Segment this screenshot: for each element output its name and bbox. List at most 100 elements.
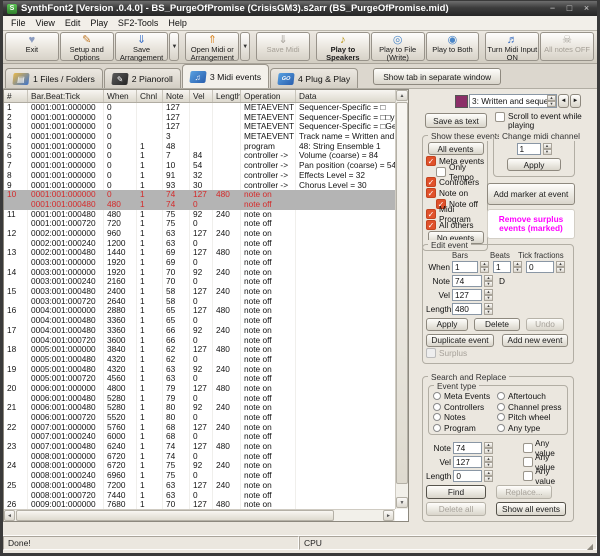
delete-all-button[interactable]: Delete all	[426, 502, 486, 516]
show-tab-separate-window-button[interactable]: Show tab in separate window	[373, 68, 501, 85]
table-row[interactable]: 80001:001:000000019132controller ->Effec…	[4, 171, 396, 181]
delete-event-button[interactable]: Delete	[474, 318, 520, 331]
event-type-controllers[interactable]: Controllers	[433, 402, 497, 413]
track-spinner[interactable]: ▲▼	[547, 95, 556, 107]
when-bars-input[interactable]: 1	[452, 261, 478, 273]
when-bars-spinner[interactable]: ▲▼	[480, 261, 489, 273]
aftertouch-radio[interactable]	[497, 392, 505, 400]
table-row[interactable]: 220007:001:0000005760168127240note on	[4, 423, 396, 433]
table-row[interactable]: 0008:001:00072074401630note off	[4, 491, 396, 501]
search-length-spinner[interactable]: ▲▼	[484, 470, 493, 482]
any-type-radio[interactable]	[497, 424, 505, 432]
save-as-text-button[interactable]: Save as text	[425, 113, 487, 128]
table-row[interactable]: 10001:001:0000000127METAEVENT ->Sequence…	[4, 103, 396, 113]
toolbar-play-to-speakers-button[interactable]: ♪Play to Speakers	[316, 32, 370, 61]
menu-view[interactable]: View	[31, 18, 60, 28]
event-type-meta-events[interactable]: Meta Events	[433, 391, 497, 402]
toolbar-save-midi-button[interactable]: ⇓Save Midi	[256, 32, 310, 61]
undo-button[interactable]: Undo	[526, 318, 564, 331]
remove-surplus-button[interactable]: Remove surplus events (marked)	[487, 209, 575, 239]
apply-event-button[interactable]: Apply	[426, 318, 468, 331]
table-row[interactable]: 0004:001:00072036001660note off	[4, 336, 396, 346]
event-type-program[interactable]: Program	[433, 423, 497, 434]
note-on-checkbox[interactable]: ✓	[426, 188, 436, 198]
table-row[interactable]: 0007:001:00024060001680note off	[4, 432, 396, 442]
all-others-checkbox[interactable]: ✓	[426, 220, 436, 230]
duplicate-event-button[interactable]: Duplicate event	[426, 334, 494, 347]
vel-any-value-checkbox[interactable]	[523, 457, 533, 467]
table-row[interactable]: 230007:001:0004806240174127480note on	[4, 442, 396, 452]
search-vel-spinner[interactable]: ▲▼	[484, 456, 493, 468]
table-row[interactable]: 0008:001:00024069601750note off	[4, 471, 396, 481]
add-new-event-button[interactable]: Add new event	[502, 334, 568, 347]
scroll-left-icon[interactable]: ◄	[4, 510, 15, 521]
scroll-to-event-checkbox[interactable]	[495, 112, 505, 122]
toolbar-open-midi-or-arrangement-button[interactable]: ⇑Open Midi or Arrangement	[185, 32, 239, 61]
table-row[interactable]: 160004:001:0000002880165127480note on	[4, 306, 396, 316]
table-row[interactable]: 180005:001:0000003840162127480note on	[4, 345, 396, 355]
only-tempo-checkbox[interactable]	[436, 167, 446, 177]
event-type-channel-press[interactable]: Channel press	[497, 402, 567, 413]
toolbar-all-notes-off-button[interactable]: ☠All notes OFF	[540, 32, 594, 61]
minimize-button[interactable]: −	[546, 3, 559, 14]
table-row[interactable]: 0006:001:00072055201800note off	[4, 413, 396, 423]
channel-press-radio[interactable]	[497, 403, 505, 411]
table-row[interactable]: 0001:001:0004804801740note off	[4, 200, 396, 210]
menu-play[interactable]: Play	[85, 18, 113, 28]
event-type-pitch-wheel[interactable]: Pitch wheel	[497, 412, 567, 423]
note-any-value-checkbox[interactable]	[523, 443, 533, 453]
column-header-when[interactable]: When	[104, 90, 137, 102]
column-header-data[interactable]: Data	[296, 90, 408, 102]
show-events-item-note-on[interactable]: ✓Note on	[426, 188, 485, 199]
midi-channel-input[interactable]: 1	[517, 143, 541, 155]
apply-channel-button[interactable]: Apply	[507, 158, 561, 171]
table-row[interactable]: 0005:001:00072045601630note off	[4, 374, 396, 384]
toolbar-setup-and-options-button[interactable]: ✎Setup and Options	[60, 32, 114, 61]
edit-vel-spinner[interactable]: ▲▼	[484, 289, 493, 301]
resize-grip[interactable]: ◢	[587, 542, 593, 551]
when-beats-input[interactable]: 1	[493, 261, 511, 273]
maximize-button[interactable]: □	[563, 3, 576, 14]
vertical-scrollbar[interactable]: ▲ ▼	[395, 90, 408, 509]
edit-vel-input[interactable]: 127	[452, 289, 482, 301]
tab-files-folders[interactable]: ▤1 Files / Folders	[5, 68, 103, 88]
horizontal-scrollbar-thumb[interactable]	[16, 510, 334, 521]
event-type-any-type[interactable]: Any type	[497, 423, 567, 434]
midi-program-checkbox[interactable]: ✓	[426, 209, 436, 219]
show-events-item-controllers[interactable]: ✓Controllers	[426, 177, 485, 188]
table-row[interactable]: 120002:001:000000960163127240note on	[4, 229, 396, 239]
table-row[interactable]: 110001:001:00048048017592240note on	[4, 210, 396, 220]
when-ticks-input[interactable]: 0	[526, 261, 554, 273]
table-row[interactable]: 200006:001:0000004800179127480note on	[4, 384, 396, 394]
meta-events-checkbox[interactable]: ✓	[426, 156, 436, 166]
column-header-note[interactable]: Note	[163, 90, 190, 102]
edit-note-spinner[interactable]: ▲▼	[484, 275, 493, 287]
meta-events-radio[interactable]	[433, 392, 441, 400]
program-radio[interactable]	[433, 424, 441, 432]
when-ticks-spinner[interactable]: ▲▼	[556, 261, 565, 273]
table-row[interactable]: 0003:001:00024021601700note off	[4, 277, 396, 287]
controllers-radio[interactable]	[433, 403, 441, 411]
table-row[interactable]: 0003:001:00072026401580note off	[4, 297, 396, 307]
table-row[interactable]: 0005:001:00048043201620note off	[4, 355, 396, 365]
scroll-up-icon[interactable]: ▲	[396, 90, 408, 101]
vertical-scrollbar-thumb[interactable]	[396, 102, 408, 484]
toolbar-play-to-both-button[interactable]: ◉Play to Both	[426, 32, 480, 61]
horizontal-scrollbar[interactable]: ◄ ►	[4, 509, 395, 521]
table-row[interactable]: 190005:001:000480432016392240note on	[4, 365, 396, 375]
table-row[interactable]: 70001:001:000000011054controller ->Pan p…	[4, 161, 396, 171]
track-select[interactable]: 3: Written and sequenc ▲▼	[469, 94, 557, 108]
table-row[interactable]: 250008:001:0004807200163127240note on	[4, 481, 396, 491]
table-row[interactable]: 0008:001:00000067201740note off	[4, 452, 396, 462]
menu-edit[interactable]: Edit	[60, 18, 86, 28]
track-prev-button[interactable]: ◄	[558, 94, 569, 108]
table-row[interactable]: 240008:001:000000672017592240note on	[4, 461, 396, 471]
track-next-button[interactable]: ►	[570, 94, 581, 108]
search-note-input[interactable]: 74	[453, 442, 482, 454]
scroll-right-icon[interactable]: ►	[383, 510, 394, 521]
menu-file[interactable]: File	[6, 18, 31, 28]
show-events-item-only-tempo[interactable]: Only Tempo	[436, 167, 485, 178]
search-vel-input[interactable]: 127	[453, 456, 482, 468]
menu-sf2-tools[interactable]: SF2-Tools	[113, 18, 164, 28]
table-row[interactable]: 140003:001:000000192017092240note on	[4, 268, 396, 278]
